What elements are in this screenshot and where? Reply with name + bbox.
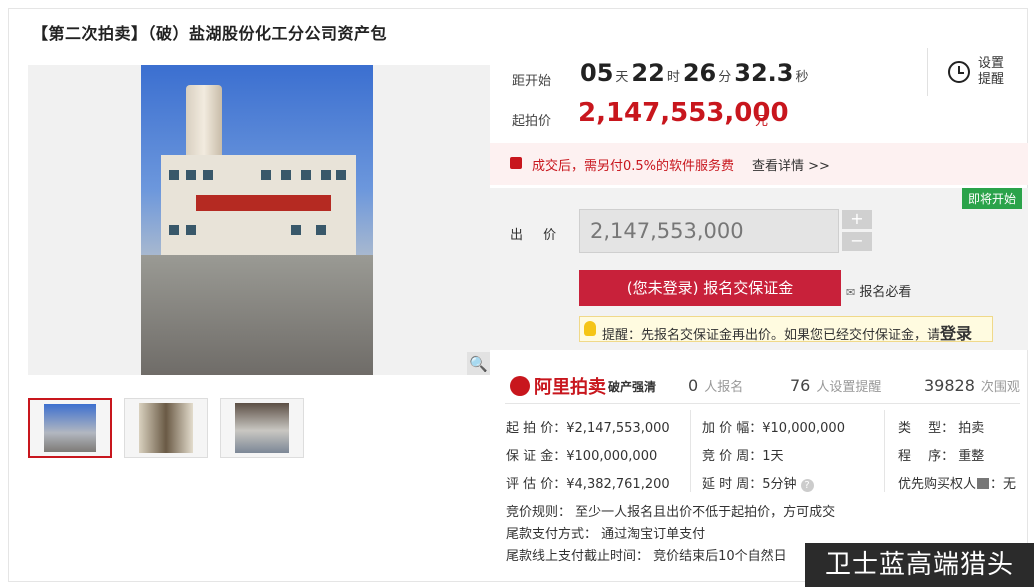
detail-procedure: 程 序： 重整 (898, 445, 984, 464)
thumbnail-1[interactable] (28, 398, 112, 458)
days-unit: 天 (615, 70, 629, 85)
gift-icon (510, 157, 522, 169)
countdown-days: 05 (580, 59, 614, 87)
detail-increment: 加 价 幅：¥10,000,000 (702, 421, 845, 436)
register-deposit-button[interactable]: (您未登录) 报名交保证金 (579, 270, 841, 306)
login-tip: 提醒：先报名交保证金再出价。如果您已经交付保证金，请登录 (579, 316, 993, 343)
fee-details-link[interactable]: 查看详情 >> (752, 155, 830, 174)
detail-extension: 延 时 周：5分钟? (702, 473, 814, 492)
watermark: 卫士蓝高端猎头 (805, 543, 1034, 587)
procedure-label: 程 序： (898, 449, 955, 464)
main-photo (141, 65, 373, 375)
start-price-label: 起拍价 (512, 114, 552, 129)
bid-label: 出 价 (510, 228, 565, 243)
increase-bid-button[interactable]: + (842, 210, 872, 229)
column-divider (690, 410, 691, 492)
page-title: 【第二次拍卖】（破）盐湖股份化工分公司资产包 (32, 24, 388, 43)
detail-priority: 优先购买权人 ：无 (898, 473, 1016, 492)
service-fee-notice: 成交后，需另付0.5%的软件服务费 查看详情 >> (490, 143, 1028, 185)
thumbnail-strip (28, 398, 304, 458)
brand-name: 阿里拍卖 (534, 377, 606, 398)
bid-amount-input[interactable] (579, 209, 839, 253)
stat-value: 39828 (924, 376, 975, 395)
type-value: 拍卖 (958, 421, 985, 436)
minutes-unit: 分 (718, 70, 732, 85)
brand-stats-row: 阿里拍卖 破产强清 0 人报名 76 人设置提醒 39828 次围观 (510, 370, 1020, 400)
bid-rule: 竞价规则： 至少一人报名且出价不低于起拍价，方可成交 (506, 505, 836, 520)
thumbnail-3[interactable] (220, 398, 304, 458)
seconds-unit: 秒 (795, 70, 809, 85)
procedure-value: 重整 (958, 449, 985, 464)
hours-unit: 时 (666, 70, 680, 85)
stat-registrants: 0 人报名 (688, 376, 743, 395)
stat-label: 次围观 (980, 380, 1020, 395)
stat-views: 39828 次围观 (924, 376, 1020, 395)
detail-cycle: 竞 价 周：1天 (702, 449, 784, 464)
type-label: 类 型： (898, 421, 955, 436)
brand-sub: 破产强清 (608, 379, 657, 394)
brand-mark-icon (510, 376, 530, 396)
payment-method: 尾款支付方式： 通过淘宝订单支付 (506, 527, 706, 542)
start-price-unit: 元 (755, 114, 769, 129)
stat-value: 76 (790, 376, 811, 395)
stat-label: 人设置提醒 (816, 380, 882, 395)
info-icon[interactable] (977, 478, 990, 489)
login-link[interactable]: 登录 (940, 324, 972, 343)
detail-start-price: 起 拍 价：¥2,147,553,000 (506, 421, 670, 436)
stat-value: 0 (688, 376, 699, 395)
registration-notice-link[interactable]: ✉ 报名必看 (846, 281, 911, 300)
help-icon[interactable]: ? (800, 479, 814, 492)
priority-value: ：无 (990, 477, 1017, 492)
alibaba-auction-logo[interactable]: 阿里拍卖 破产强清 (510, 373, 656, 399)
tip-text: 提醒：先报名交保证金再出价。如果您已经交付保证金，请 (602, 328, 941, 343)
stat-label: 人报名 (704, 380, 744, 395)
reminder-label: 设置提醒 (978, 56, 1005, 87)
countdown-minutes: 26 (682, 59, 717, 87)
column-divider (884, 410, 885, 492)
magnifier-icon: 🔍 (469, 354, 488, 373)
zoom-button[interactable]: 🔍 (467, 352, 490, 375)
bid-panel: 即将开始 出 价 + − (您未登录) 报名交保证金 ✉ 报名必看 提醒：先报名… (490, 188, 1028, 350)
divider (505, 403, 1020, 404)
thumbnail-2[interactable] (124, 398, 208, 458)
countdown-label: 距开始 (512, 74, 552, 89)
stat-reminders: 76 人设置提醒 (790, 376, 881, 395)
status-badge: 即将开始 (961, 188, 1022, 209)
detail-deposit: 保 证 金：¥100,000,000 (506, 449, 658, 464)
detail-estimate: 评 估 价：¥4,382,761,200 (506, 477, 670, 492)
main-image-viewer[interactable] (28, 65, 490, 375)
set-reminder-button[interactable]: 设置提醒 (927, 48, 1017, 96)
fee-text: 成交后，需另付0.5%的软件服务费 (532, 159, 735, 174)
priority-label: 优先购买权人 (898, 477, 977, 492)
notice-icon: ✉ (846, 286, 856, 299)
countdown: 05 天 22 时 26 分 32.3 秒 (580, 59, 812, 87)
notice-link-label: 报名必看 (859, 285, 912, 300)
decrease-bid-button[interactable]: − (842, 232, 872, 251)
alarm-clock-icon (948, 61, 970, 83)
countdown-hours: 22 (631, 59, 665, 87)
detail-type: 类 型： 拍卖 (898, 417, 984, 436)
countdown-seconds: 32.3 (734, 59, 794, 87)
lightbulb-icon (584, 321, 596, 336)
payment-deadline: 尾款线上支付截止时间： 竞价结束后10个自然日 (506, 549, 787, 564)
extension-text: 延 时 周：5分钟 (702, 477, 797, 492)
